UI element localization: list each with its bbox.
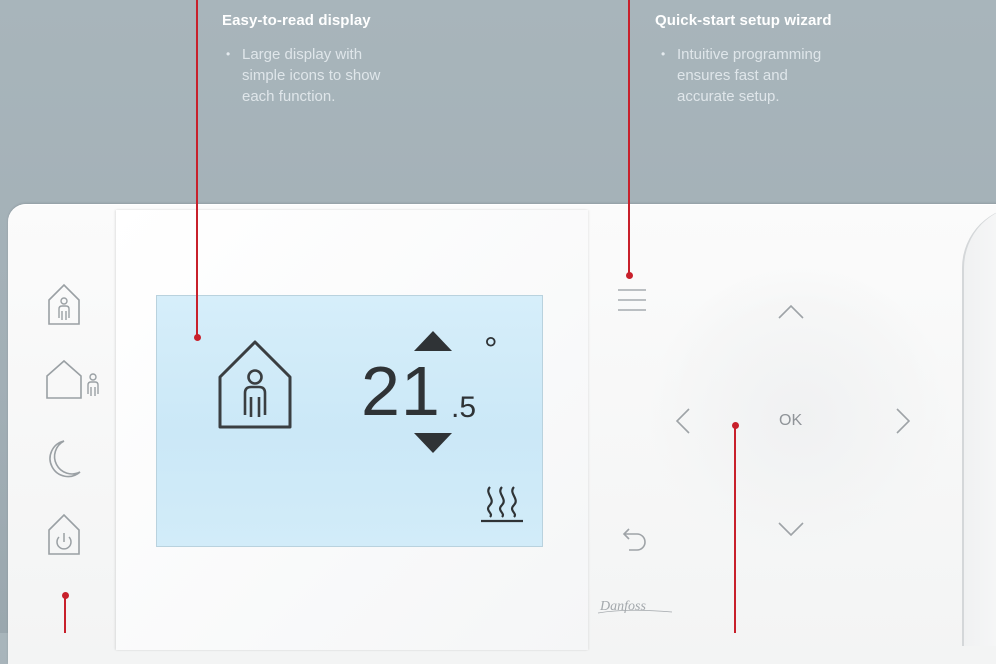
display-callout-dot bbox=[194, 334, 201, 341]
wizard-callout-line bbox=[628, 0, 630, 275]
temperature-up-icon bbox=[414, 331, 452, 351]
bullet-dot: • bbox=[661, 47, 666, 61]
danfoss-logo: Danfoss bbox=[597, 599, 673, 614]
display-callout-line-2: simple icons to show bbox=[242, 67, 381, 84]
wizard-callout-line-1: Intuitive programming bbox=[677, 46, 822, 63]
temperature-decimal: .5 bbox=[451, 391, 477, 424]
display-callout-line-1: Large display with bbox=[242, 46, 363, 63]
chevron-up-icon[interactable] bbox=[778, 305, 804, 319]
away-mode-icon[interactable] bbox=[44, 358, 102, 402]
modes-callout-line bbox=[64, 595, 66, 633]
temperature-down-icon bbox=[414, 433, 452, 453]
wizard-callout-line-2: ensures fast and bbox=[677, 67, 788, 84]
temperature-value: 21 bbox=[361, 352, 441, 430]
display-callout-line-3: each function. bbox=[242, 88, 336, 105]
display-callout-text: • Large display with simple icons to sho… bbox=[226, 44, 442, 107]
night-mode-icon[interactable] bbox=[42, 438, 82, 480]
degree-symbol: ° bbox=[484, 331, 498, 369]
chevron-down-icon[interactable] bbox=[778, 522, 804, 536]
thermostat-right-edge bbox=[962, 206, 996, 646]
home-person-icon bbox=[218, 340, 292, 429]
wizard-callout-title: Quick-start setup wizard bbox=[655, 12, 832, 29]
home-mode-icon[interactable] bbox=[46, 282, 82, 326]
display-callout-title: Easy-to-read display bbox=[222, 12, 371, 29]
ok-button[interactable]: OK bbox=[779, 412, 802, 430]
back-arrow-icon[interactable] bbox=[617, 528, 647, 552]
modes-callout-dot bbox=[62, 592, 69, 599]
navigation-callout-dot bbox=[732, 422, 739, 429]
menu-icon[interactable] bbox=[617, 287, 647, 313]
chevron-left-icon[interactable] bbox=[676, 408, 690, 434]
bullet-dot: • bbox=[226, 47, 231, 61]
heating-waves-icon bbox=[481, 486, 523, 523]
chevron-right-icon[interactable] bbox=[896, 408, 910, 434]
navigation-callout-line bbox=[734, 425, 736, 633]
wizard-callout-text: • Intuitive programming ensures fast and… bbox=[661, 44, 887, 107]
wizard-callout-line-3: accurate setup. bbox=[677, 88, 780, 105]
standby-power-icon[interactable] bbox=[46, 512, 82, 556]
wizard-callout-dot bbox=[626, 272, 633, 279]
display-callout-line bbox=[196, 0, 198, 337]
